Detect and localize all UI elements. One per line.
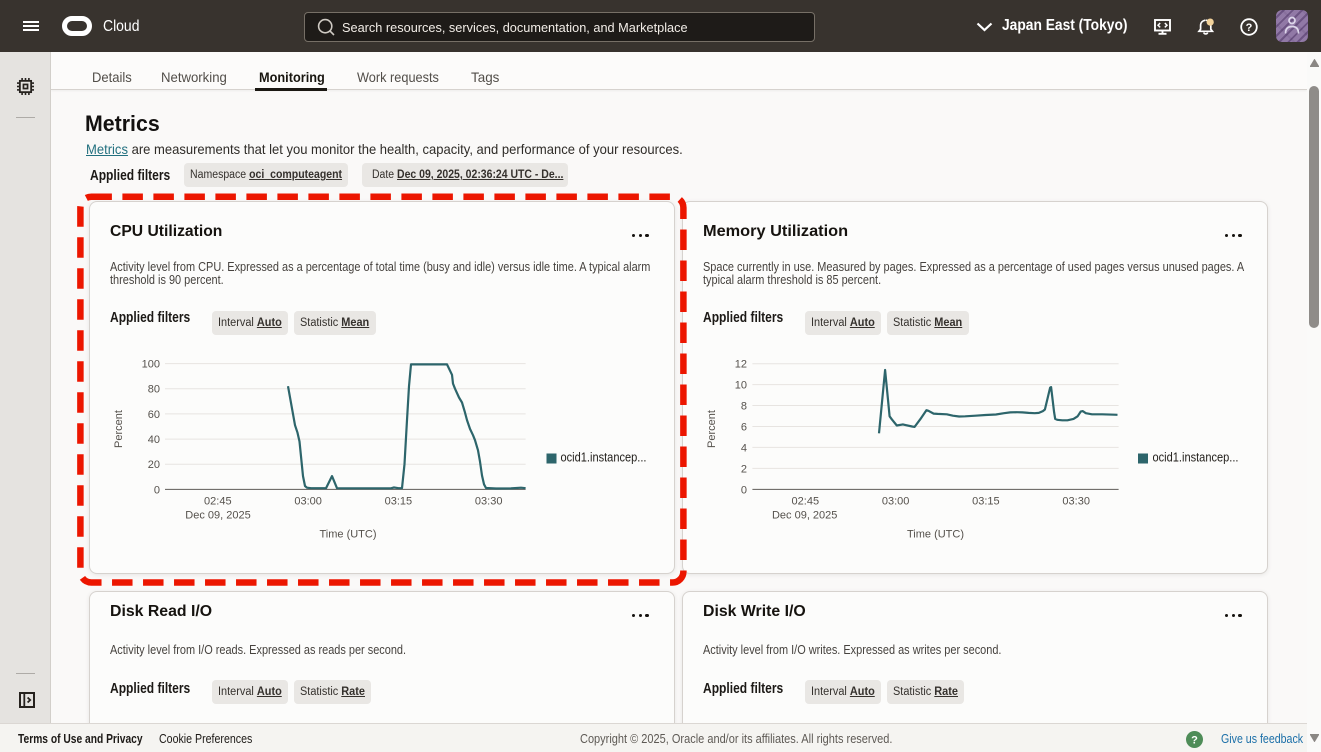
svg-text:ocid1.instancep...: ocid1.instancep... <box>561 450 647 465</box>
svg-text:03:15: 03:15 <box>385 496 413 508</box>
svg-text:03:15: 03:15 <box>972 496 1000 508</box>
svg-text:03:30: 03:30 <box>475 496 503 508</box>
svg-text:Dec 09, 2025: Dec 09, 2025 <box>185 510 250 522</box>
svg-text:03:00: 03:00 <box>882 496 910 508</box>
svg-text:03:30: 03:30 <box>1062 496 1090 508</box>
svg-text:0: 0 <box>154 484 160 496</box>
svg-text:40: 40 <box>148 434 160 446</box>
svg-text:?: ? <box>1246 22 1253 34</box>
svg-text:Percent: Percent <box>706 410 718 448</box>
svg-text:100: 100 <box>142 359 160 371</box>
svg-text:20: 20 <box>148 459 160 471</box>
svg-text:Time (UTC): Time (UTC) <box>319 529 376 541</box>
svg-text:?: ? <box>1191 735 1198 747</box>
svg-text:8: 8 <box>741 400 747 412</box>
svg-text:10: 10 <box>735 380 747 392</box>
svg-text:ocid1.instancep...: ocid1.instancep... <box>1153 450 1239 465</box>
svg-text:Percent: Percent <box>113 410 125 448</box>
svg-text:4: 4 <box>741 442 747 454</box>
svg-text:12: 12 <box>735 359 747 371</box>
svg-text:02:45: 02:45 <box>792 496 820 508</box>
svg-text:60: 60 <box>148 409 160 421</box>
svg-text:03:00: 03:00 <box>294 496 322 508</box>
svg-text:02:45: 02:45 <box>204 496 232 508</box>
svg-text:0: 0 <box>741 484 747 496</box>
svg-text:Dec 09, 2025: Dec 09, 2025 <box>772 510 837 522</box>
svg-text:80: 80 <box>148 384 160 396</box>
svg-text:Time (UTC): Time (UTC) <box>907 529 964 541</box>
svg-text:2: 2 <box>741 463 747 475</box>
svg-text:6: 6 <box>741 421 747 433</box>
